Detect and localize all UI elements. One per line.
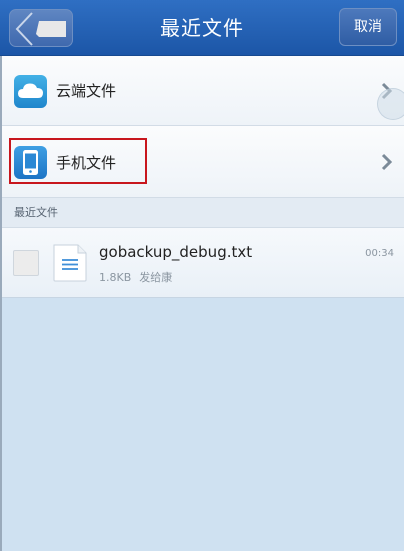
cloud-files-row[interactable]: 云端文件 bbox=[0, 56, 404, 126]
cloud-icon bbox=[14, 75, 47, 108]
file-meta: 1.8KB 发给康 bbox=[99, 269, 172, 285]
file-list-item[interactable]: gobackup_debug.txt 1.8KB 发给康 00:34 bbox=[0, 228, 404, 298]
selection-highlight bbox=[9, 138, 147, 184]
file-time: 00:34 bbox=[365, 248, 394, 259]
cloud-files-label: 云端文件 bbox=[56, 82, 117, 100]
file-size: 1.8KB bbox=[99, 271, 132, 284]
file-checkbox[interactable] bbox=[13, 250, 39, 276]
scroll-handle[interactable] bbox=[377, 88, 404, 120]
file-name: gobackup_debug.txt bbox=[99, 243, 253, 261]
file-sender: 发给康 bbox=[139, 271, 173, 284]
header-bar: 最近文件 取消 bbox=[0, 0, 404, 56]
recent-files-section-title: 最近文件 bbox=[0, 198, 404, 228]
left-divider bbox=[0, 56, 2, 551]
chevron-right-icon bbox=[381, 153, 393, 171]
cancel-button[interactable]: 取消 bbox=[339, 8, 397, 46]
text-file-icon bbox=[53, 244, 87, 282]
